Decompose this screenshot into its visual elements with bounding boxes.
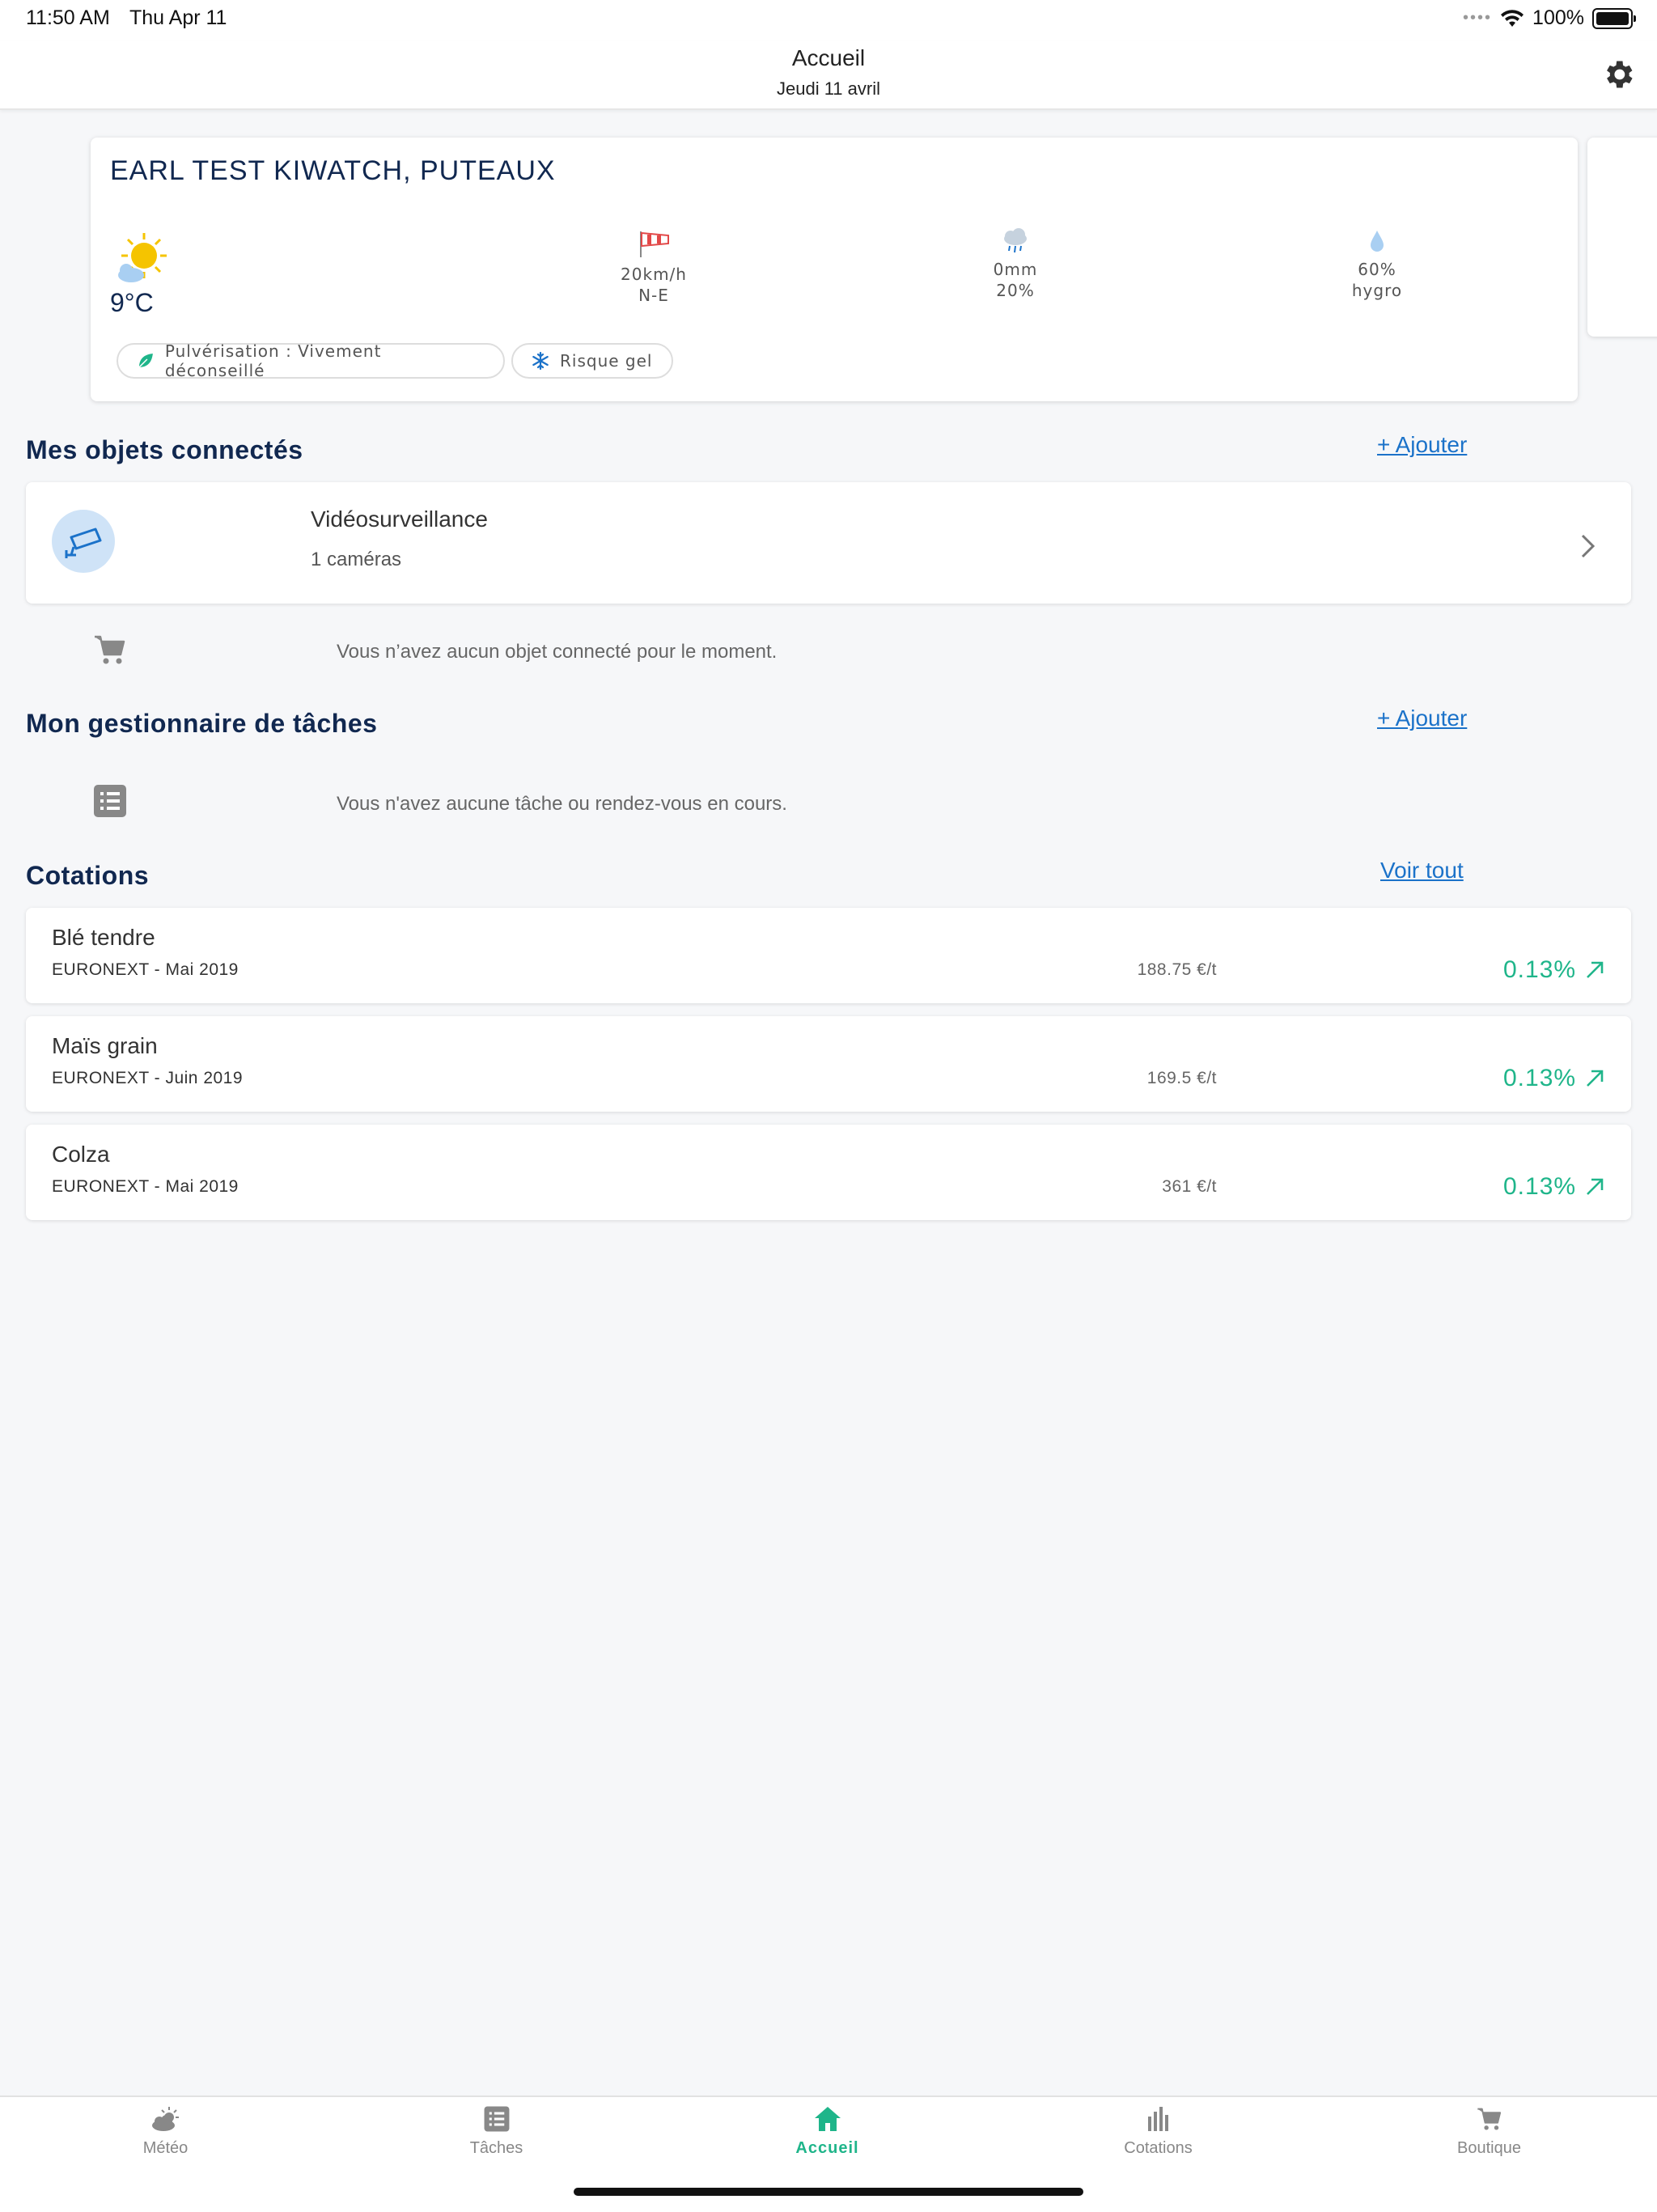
trend-up-icon: [1587, 1178, 1604, 1195]
spraying-alert-chip[interactable]: Pulvérisation : Vivement déconseillé: [117, 341, 505, 380]
tab-label: Accueil: [795, 2139, 859, 2157]
windsock-icon: [640, 231, 669, 257]
security-camera-icon: [52, 510, 115, 573]
cotation-market: EURONEXT - Juin 2019: [52, 1069, 244, 1087]
gear-icon: [1607, 61, 1633, 88]
weather-icon: [151, 2107, 179, 2131]
cotation-change-value: 0.13%: [1503, 1173, 1577, 1200]
cart-icon: [1477, 2108, 1501, 2130]
status-bar: [0, 0, 1657, 40]
tab-cotations[interactable]: Cotations: [993, 2105, 1324, 2158]
wind-direction: N-E: [638, 286, 669, 305]
wifi-icon: [1501, 9, 1524, 27]
settings-button[interactable]: [1600, 57, 1636, 92]
tab-meteo[interactable]: Météo: [0, 2105, 331, 2158]
cotation-change: 0.13%: [1503, 956, 1605, 984]
cotation-name: Blé tendre: [52, 925, 155, 950]
humidity-label: hygro: [1351, 281, 1403, 300]
cotation-change-value: 0.13%: [1503, 956, 1577, 983]
temperature: 9°C: [110, 288, 154, 317]
battery-percent: 100%: [1532, 6, 1584, 29]
video-surveillance-card[interactable]: [26, 482, 1631, 604]
see-all-cotations-link[interactable]: Voir tout: [1380, 858, 1464, 884]
add-connected-object-link[interactable]: + Ajouter: [1377, 432, 1467, 458]
no-tasks-message: Vous n'avez aucune tâche ou rendez-vous …: [337, 793, 787, 815]
weather-card-next[interactable]: [1587, 138, 1657, 337]
sun-cloud-icon: [113, 231, 172, 286]
page-subtitle: Jeudi 11 avril: [777, 78, 880, 99]
cotation-market: EURONEXT - Mai 2019: [52, 1177, 239, 1196]
snowflake-icon: [532, 351, 549, 371]
tab-label: Météo: [142, 2139, 189, 2157]
page-title: Accueil: [791, 45, 866, 70]
droplet-icon: [1371, 231, 1384, 252]
tab-label: Boutique: [1457, 2139, 1521, 2157]
chevron-right-icon: [1581, 534, 1596, 558]
rain-probability: 20%: [996, 281, 1035, 300]
wind-info: 20km/h N-E: [565, 228, 743, 306]
leaf-icon: [138, 354, 153, 368]
cart-icon: [95, 635, 125, 664]
tab-accueil[interactable]: Accueil: [662, 2105, 993, 2158]
rain-info: 0mm 20%: [926, 228, 1104, 301]
list-icon: [484, 2106, 509, 2132]
tab-taches[interactable]: Tâches: [331, 2105, 662, 2158]
rain-amount: 0mm: [993, 260, 1038, 279]
cotation-name: Colza: [52, 1142, 110, 1167]
cotation-price: 188.75 €/t: [1137, 960, 1217, 979]
list-icon: [94, 785, 126, 817]
connected-objects-title: Mes objets connectés: [26, 435, 303, 464]
cotation-market: EURONEXT - Mai 2019: [52, 960, 239, 979]
farm-name: EARL TEST KIWATCH, PUTEAUX: [110, 155, 556, 186]
cotation-change: 0.13%: [1503, 1173, 1605, 1201]
spraying-alert-label: Pulvérisation : Vivement déconseillé: [164, 341, 382, 380]
cotation-card-mais-grain[interactable]: [26, 1016, 1631, 1112]
status-indicators: •••• 100%: [1463, 6, 1636, 30]
home-indicator[interactable]: [574, 2188, 1083, 2196]
signal-dots: ••••: [1463, 9, 1493, 27]
task-manager-title: Mon gestionnaire de tâches: [26, 709, 378, 738]
object-name: Vidéosurveillance: [311, 506, 488, 532]
cotation-change: 0.13%: [1503, 1065, 1605, 1092]
rain-cloud-icon: [1004, 228, 1027, 253]
home-icon: [814, 2107, 841, 2131]
object-detail: 1 caméras: [311, 549, 402, 570]
cotation-price: 169.5 €/t: [1146, 1069, 1217, 1087]
bar-chart-icon: [1147, 2107, 1168, 2131]
cotation-price: 361 €/t: [1162, 1177, 1217, 1196]
battery-icon: [1592, 7, 1636, 29]
humidity-info: 60% hygro: [1288, 228, 1466, 301]
tab-label: Tâches: [469, 2139, 523, 2157]
trend-up-icon: [1587, 961, 1604, 978]
tab-boutique[interactable]: Boutique: [1324, 2105, 1655, 2158]
cotation-card-colza[interactable]: [26, 1125, 1631, 1220]
cotation-change-value: 0.13%: [1503, 1065, 1577, 1091]
cotations-title: Cotations: [26, 861, 150, 890]
cotation-name: Maïs grain: [52, 1033, 158, 1058]
frost-risk-label: Risque gel: [560, 351, 653, 371]
tab-label: Cotations: [1124, 2139, 1193, 2157]
frost-risk-chip[interactable]: Risque gel: [511, 343, 673, 379]
status-date: Thu Apr 11: [129, 6, 227, 29]
add-task-link[interactable]: + Ajouter: [1377, 706, 1467, 731]
trend-up-icon: [1587, 1070, 1604, 1087]
humidity-value: 60%: [1358, 260, 1396, 279]
no-objects-message: Vous n’avez aucun objet connecté pour le…: [337, 641, 778, 663]
wind-speed: 20km/h: [621, 265, 687, 284]
status-time: 11:50 AM: [26, 6, 110, 29]
cotation-card-ble-tendre[interactable]: [26, 908, 1631, 1003]
